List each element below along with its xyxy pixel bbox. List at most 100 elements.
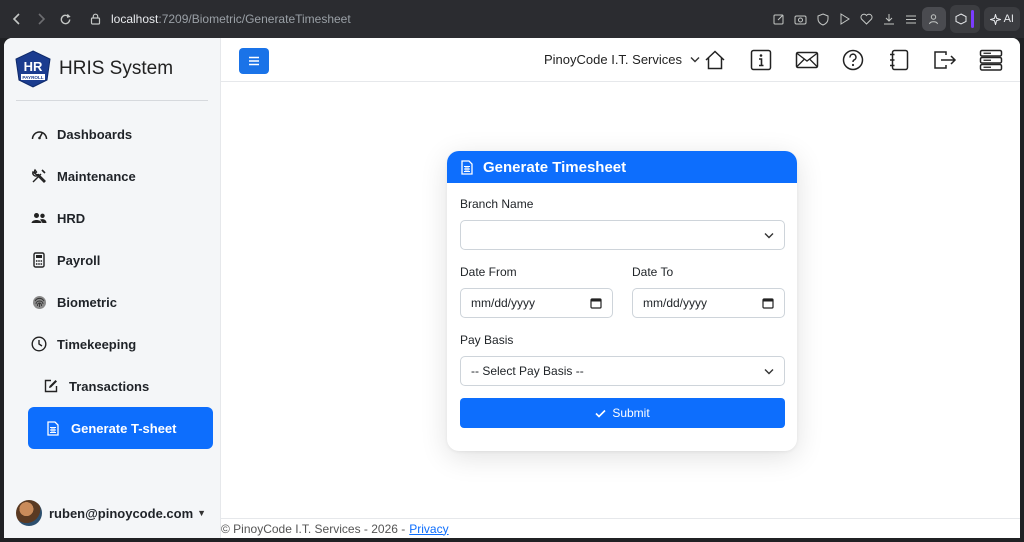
sidebar-toggle-button[interactable] bbox=[239, 48, 269, 74]
date-from-group: Date From mm/dd/yyyy bbox=[460, 265, 613, 318]
extension-icon[interactable] bbox=[949, 5, 980, 33]
avatar bbox=[16, 500, 42, 526]
shield-icon[interactable] bbox=[812, 8, 834, 30]
sidebar-item-label: Dashboards bbox=[57, 126, 133, 142]
pay-basis-label: Pay Basis bbox=[460, 333, 514, 347]
sidebar: HR PAYROLL HRIS System Dashboards Mainte… bbox=[4, 38, 221, 538]
ai-button[interactable]: AI bbox=[983, 7, 1020, 31]
main-content: Generate Timesheet Branch Name Date From… bbox=[221, 82, 1020, 518]
tools-icon bbox=[30, 167, 48, 185]
heart-icon[interactable] bbox=[856, 8, 878, 30]
people-icon bbox=[30, 209, 48, 227]
sidebar-item-hrd[interactable]: HRD bbox=[4, 197, 221, 239]
branch-name-label: Branch Name bbox=[460, 197, 534, 211]
app-window: HR PAYROLL HRIS System Dashboards Mainte… bbox=[4, 38, 1020, 538]
sidebar-item-label: Transactions bbox=[69, 378, 150, 394]
info-icon[interactable] bbox=[738, 47, 784, 73]
address-bar[interactable]: localhost:7209/Biometric/GenerateTimeshe… bbox=[84, 6, 351, 32]
sidebar-menu: Dashboards Maintenance HRD Payroll Biome… bbox=[4, 113, 221, 449]
sidebar-item-label: Maintenance bbox=[57, 168, 136, 184]
speedometer-icon bbox=[30, 125, 48, 143]
clock-icon bbox=[30, 335, 48, 353]
caret-down-icon: ▼ bbox=[197, 508, 207, 518]
chevron-down-icon bbox=[764, 232, 774, 238]
sparkle-icon bbox=[989, 13, 1001, 25]
lock-icon bbox=[90, 13, 101, 25]
pay-basis-value: -- Select Pay Basis -- bbox=[471, 364, 584, 378]
notebook-icon[interactable] bbox=[876, 47, 922, 73]
date-to-placeholder: mm/dd/yyyy bbox=[643, 296, 708, 310]
fingerprint-icon bbox=[30, 293, 48, 311]
branch-name-select[interactable] bbox=[460, 220, 785, 250]
submit-label: Submit bbox=[612, 406, 650, 420]
date-to-input[interactable]: mm/dd/yyyy bbox=[632, 288, 785, 318]
hamburger-icon bbox=[249, 56, 259, 66]
sidebar-item-biometric[interactable]: Biometric bbox=[4, 281, 221, 323]
sidebar-item-dashboards[interactable]: Dashboards bbox=[4, 113, 221, 155]
reload-icon[interactable] bbox=[54, 8, 76, 30]
help-icon[interactable] bbox=[830, 47, 876, 73]
sidebar-item-timekeeping[interactable]: Timekeeping bbox=[4, 323, 221, 365]
camera-icon[interactable] bbox=[790, 8, 812, 30]
company-name: PinoyCode I.T. Services bbox=[544, 52, 683, 67]
svg-text:PAYROLL: PAYROLL bbox=[22, 75, 43, 80]
date-from-input[interactable]: mm/dd/yyyy bbox=[460, 288, 613, 318]
sidebar-item-label: Generate T-sheet bbox=[71, 420, 177, 436]
pay-basis-select[interactable]: -- Select Pay Basis -- bbox=[460, 356, 785, 386]
submit-button[interactable]: Submit bbox=[460, 398, 785, 428]
date-to-label: Date To bbox=[632, 265, 674, 279]
spreadsheet-icon bbox=[461, 159, 473, 175]
hr-payroll-logo: HR PAYROLL bbox=[15, 50, 51, 88]
privacy-link[interactable]: Privacy bbox=[409, 522, 448, 536]
user-email: ruben@pinoycode.com bbox=[49, 505, 194, 521]
play-icon[interactable] bbox=[834, 8, 856, 30]
server-icon[interactable] bbox=[968, 47, 1014, 73]
profile-icon[interactable] bbox=[921, 7, 946, 31]
browser-chrome: localhost:7209/Biometric/GenerateTimeshe… bbox=[0, 0, 1024, 38]
extension-indicator bbox=[971, 10, 975, 28]
sidebar-item-generate-tsheet[interactable]: Generate T-sheet bbox=[28, 407, 213, 449]
sidebar-divider bbox=[16, 100, 208, 101]
sidebar-item-label: Payroll bbox=[57, 252, 101, 268]
menu-list-icon[interactable] bbox=[900, 8, 922, 30]
svg-text:HR: HR bbox=[24, 59, 43, 74]
url-host: localhost bbox=[111, 12, 159, 26]
brand[interactable]: HR PAYROLL HRIS System bbox=[14, 50, 173, 88]
sidebar-item-maintenance[interactable]: Maintenance bbox=[4, 155, 221, 197]
date-to-group: Date To mm/dd/yyyy bbox=[632, 265, 785, 318]
sidebar-item-payroll[interactable]: Payroll bbox=[4, 239, 221, 281]
topbar-actions bbox=[692, 47, 1014, 73]
date-range-row: Date From mm/dd/yyyy Date To mm/dd/yyyy bbox=[460, 265, 785, 318]
topbar: PinoyCode I.T. Services bbox=[221, 38, 1020, 82]
timesheet-form: Branch Name Date From mm/dd/yyyy Date To… bbox=[447, 183, 797, 428]
check-icon bbox=[595, 409, 606, 418]
sidebar-item-label: Biometric bbox=[57, 294, 117, 310]
logout-icon[interactable] bbox=[922, 47, 968, 73]
ai-label: AI bbox=[1003, 13, 1014, 25]
app-name: HRIS System bbox=[59, 58, 174, 79]
mail-icon[interactable] bbox=[784, 47, 830, 73]
download-icon[interactable] bbox=[878, 8, 900, 30]
chevron-down-icon bbox=[764, 368, 774, 374]
calendar-icon[interactable] bbox=[762, 297, 774, 309]
home-icon[interactable] bbox=[692, 47, 738, 73]
spreadsheet-icon bbox=[44, 419, 62, 437]
card-header: Generate Timesheet bbox=[447, 151, 797, 183]
back-icon[interactable] bbox=[6, 8, 28, 30]
date-from-placeholder: mm/dd/yyyy bbox=[471, 296, 536, 310]
date-from-label: Date From bbox=[460, 265, 517, 279]
company-selector[interactable]: PinoyCode I.T. Services bbox=[544, 52, 700, 67]
calendar-icon[interactable] bbox=[590, 297, 602, 309]
browser-toolbar: AI bbox=[768, 0, 1024, 38]
user-menu[interactable]: ruben@pinoycode.com ▼ bbox=[16, 500, 206, 526]
forward-icon[interactable] bbox=[30, 8, 52, 30]
edit-icon[interactable] bbox=[768, 8, 790, 30]
sidebar-item-label: HRD bbox=[57, 210, 86, 226]
url-path: :7209/Biometric/GenerateTimesheet bbox=[158, 12, 351, 26]
calculator-icon bbox=[30, 251, 48, 269]
sidebar-item-transactions[interactable]: Transactions bbox=[4, 365, 221, 407]
generate-timesheet-card: Generate Timesheet Branch Name Date From… bbox=[447, 151, 797, 451]
pencil-square-icon bbox=[42, 377, 60, 395]
sidebar-item-label: Timekeeping bbox=[57, 336, 137, 352]
footer: © PinoyCode I.T. Services - 2026 - Priva… bbox=[221, 518, 1020, 538]
